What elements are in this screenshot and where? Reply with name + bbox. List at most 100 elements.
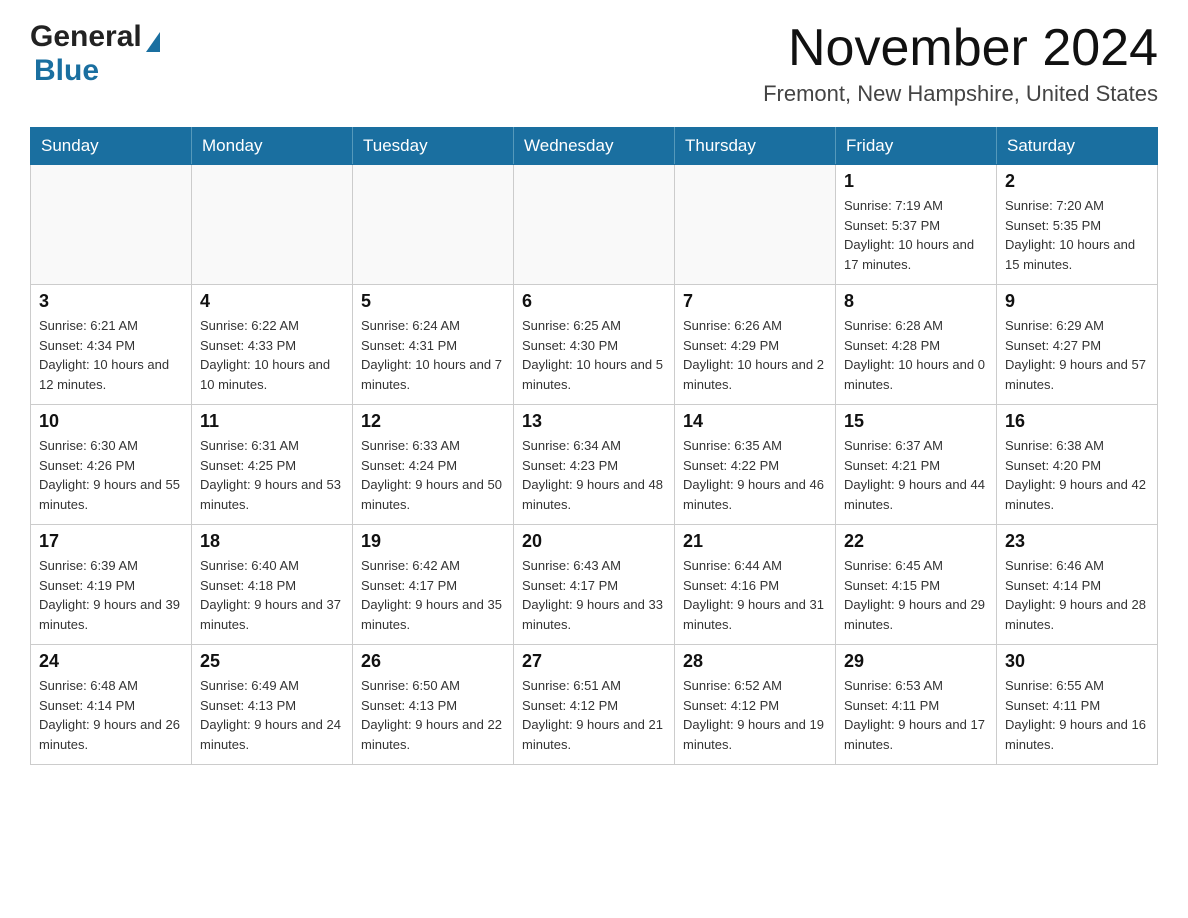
day-number: 1 (844, 171, 988, 192)
day-number: 17 (39, 531, 183, 552)
day-info: Sunrise: 6:44 AMSunset: 4:16 PMDaylight:… (683, 556, 827, 634)
day-cell: 5Sunrise: 6:24 AMSunset: 4:31 PMDaylight… (353, 285, 514, 405)
day-info: Sunrise: 6:35 AMSunset: 4:22 PMDaylight:… (683, 436, 827, 514)
day-info: Sunrise: 6:33 AMSunset: 4:24 PMDaylight:… (361, 436, 505, 514)
logo-general: General (30, 20, 160, 54)
day-cell: 23Sunrise: 6:46 AMSunset: 4:14 PMDayligh… (997, 525, 1158, 645)
day-cell (675, 165, 836, 285)
day-number: 20 (522, 531, 666, 552)
day-cell: 8Sunrise: 6:28 AMSunset: 4:28 PMDaylight… (836, 285, 997, 405)
day-info: Sunrise: 6:43 AMSunset: 4:17 PMDaylight:… (522, 556, 666, 634)
day-info: Sunrise: 6:28 AMSunset: 4:28 PMDaylight:… (844, 316, 988, 394)
day-cell: 10Sunrise: 6:30 AMSunset: 4:26 PMDayligh… (31, 405, 192, 525)
day-info: Sunrise: 6:42 AMSunset: 4:17 PMDaylight:… (361, 556, 505, 634)
day-number: 13 (522, 411, 666, 432)
day-info: Sunrise: 6:39 AMSunset: 4:19 PMDaylight:… (39, 556, 183, 634)
logo: General Blue (30, 20, 160, 88)
calendar-table: SundayMondayTuesdayWednesdayThursdayFrid… (30, 127, 1158, 765)
col-header-friday: Friday (836, 128, 997, 165)
day-info: Sunrise: 6:55 AMSunset: 4:11 PMDaylight:… (1005, 676, 1149, 754)
col-header-thursday: Thursday (675, 128, 836, 165)
day-cell: 1 Sunrise: 7:19 AMSunset: 5:37 PMDaylight… (836, 165, 997, 285)
day-cell: 17 Sunrise: 6:39 AMSunset: 4:19 PMDayligh… (31, 525, 192, 645)
day-cell: 13 Sunrise: 6:34 AMSunset: 4:23 PMDayligh… (514, 405, 675, 525)
month-year-title: November 2024 (763, 20, 1158, 77)
day-cell: 30 Sunrise: 6:55 AMSunset: 4:11 PMDayligh… (997, 645, 1158, 765)
day-number: 25 (200, 651, 344, 672)
day-number: 23 (1005, 531, 1149, 552)
day-info: Sunrise: 6:37 AMSunset: 4:21 PMDaylight:… (844, 436, 988, 514)
day-cell: 15 Sunrise: 6:37 AMSunset: 4:21 PMDayligh… (836, 405, 997, 525)
day-info: Sunrise: 6:29 AMSunset: 4:27 PMDaylight:… (1005, 316, 1149, 394)
day-info: Sunrise: 6:22 AMSunset: 4:33 PMDaylight:… (200, 316, 344, 394)
week-row-5: 24 Sunrise: 6:48 AMSunset: 4:14 PMDayligh… (31, 645, 1158, 765)
day-cell: 26 Sunrise: 6:50 AMSunset: 4:13 PMDayligh… (353, 645, 514, 765)
day-cell: 6 Sunrise: 6:25 AMSunset: 4:30 PMDaylight… (514, 285, 675, 405)
week-row-2: 3 Sunrise: 6:21 AMSunset: 4:34 PMDaylight… (31, 285, 1158, 405)
day-number: 30 (1005, 651, 1149, 672)
day-info: Sunrise: 6:40 AMSunset: 4:18 PMDaylight:… (200, 556, 344, 634)
day-number: 14 (683, 411, 827, 432)
day-number: 11 (200, 411, 344, 432)
day-number: 27 (522, 651, 666, 672)
day-cell: 3 Sunrise: 6:21 AMSunset: 4:34 PMDaylight… (31, 285, 192, 405)
day-info: Sunrise: 6:31 AMSunset: 4:25 PMDaylight:… (200, 436, 344, 514)
day-info: Sunrise: 6:52 AMSunset: 4:12 PMDaylight:… (683, 676, 827, 754)
day-cell: 28 Sunrise: 6:52 AMSunset: 4:12 PMDayligh… (675, 645, 836, 765)
day-number: 2 (1005, 171, 1149, 192)
day-cell: 18 Sunrise: 6:40 AMSunset: 4:18 PMDayligh… (192, 525, 353, 645)
day-number: 3 (39, 291, 183, 312)
day-info: Sunrise: 6:21 AMSunset: 4:34 PMDaylight:… (39, 316, 183, 394)
day-number: 29 (844, 651, 988, 672)
page-header: General Blue November 2024 Fremont, New … (30, 20, 1158, 107)
day-info: Sunrise: 6:34 AMSunset: 4:23 PMDaylight:… (522, 436, 666, 514)
col-header-wednesday: Wednesday (514, 128, 675, 165)
day-cell (353, 165, 514, 285)
day-number: 12 (361, 411, 505, 432)
day-cell: 2Sunrise: 7:20 AMSunset: 5:35 PMDaylight… (997, 165, 1158, 285)
week-row-4: 17 Sunrise: 6:39 AMSunset: 4:19 PMDayligh… (31, 525, 1158, 645)
day-cell: 9 Sunrise: 6:29 AMSunset: 4:27 PMDaylight… (997, 285, 1158, 405)
day-info: Sunrise: 6:45 AMSunset: 4:15 PMDaylight:… (844, 556, 988, 634)
day-number: 24 (39, 651, 183, 672)
day-info: Sunrise: 7:19 AMSunset: 5:37 PMDaylight:… (844, 196, 988, 274)
day-cell: 16 Sunrise: 6:38 AMSunset: 4:20 PMDayligh… (997, 405, 1158, 525)
day-info: Sunrise: 6:30 AMSunset: 4:26 PMDaylight:… (39, 436, 183, 514)
day-info: Sunrise: 6:26 AMSunset: 4:29 PMDaylight:… (683, 316, 827, 394)
logo-blue: Blue (30, 54, 99, 88)
day-cell: 4Sunrise: 6:22 AMSunset: 4:33 PMDaylight… (192, 285, 353, 405)
day-number: 26 (361, 651, 505, 672)
day-info: Sunrise: 6:51 AMSunset: 4:12 PMDaylight:… (522, 676, 666, 754)
day-number: 9 (1005, 291, 1149, 312)
day-cell: 12 Sunrise: 6:33 AMSunset: 4:24 PMDayligh… (353, 405, 514, 525)
day-info: Sunrise: 6:50 AMSunset: 4:13 PMDaylight:… (361, 676, 505, 754)
day-cell: 29 Sunrise: 6:53 AMSunset: 4:11 PMDayligh… (836, 645, 997, 765)
day-cell: 27 Sunrise: 6:51 AMSunset: 4:12 PMDayligh… (514, 645, 675, 765)
day-number: 19 (361, 531, 505, 552)
day-cell: 22 Sunrise: 6:45 AMSunset: 4:15 PMDayligh… (836, 525, 997, 645)
day-number: 22 (844, 531, 988, 552)
location-title: Fremont, New Hampshire, United States (763, 81, 1158, 107)
day-info: Sunrise: 6:25 AMSunset: 4:30 PMDaylight:… (522, 316, 666, 394)
day-cell: 24 Sunrise: 6:48 AMSunset: 4:14 PMDayligh… (31, 645, 192, 765)
day-number: 18 (200, 531, 344, 552)
day-cell: 11 Sunrise: 6:31 AMSunset: 4:25 PMDayligh… (192, 405, 353, 525)
col-header-monday: Monday (192, 128, 353, 165)
day-number: 5 (361, 291, 505, 312)
day-info: Sunrise: 6:49 AMSunset: 4:13 PMDaylight:… (200, 676, 344, 754)
day-number: 6 (522, 291, 666, 312)
day-info: Sunrise: 6:53 AMSunset: 4:11 PMDaylight:… (844, 676, 988, 754)
day-cell: 25 Sunrise: 6:49 AMSunset: 4:13 PMDayligh… (192, 645, 353, 765)
day-cell: 21 Sunrise: 6:44 AMSunset: 4:16 PMDayligh… (675, 525, 836, 645)
day-number: 28 (683, 651, 827, 672)
day-info: Sunrise: 6:48 AMSunset: 4:14 PMDaylight:… (39, 676, 183, 754)
col-header-sunday: Sunday (31, 128, 192, 165)
day-cell: 19 Sunrise: 6:42 AMSunset: 4:17 PMDayligh… (353, 525, 514, 645)
day-cell (514, 165, 675, 285)
day-number: 16 (1005, 411, 1149, 432)
day-cell: 7Sunrise: 6:26 AMSunset: 4:29 PMDaylight… (675, 285, 836, 405)
day-info: Sunrise: 6:38 AMSunset: 4:20 PMDaylight:… (1005, 436, 1149, 514)
day-number: 21 (683, 531, 827, 552)
day-number: 15 (844, 411, 988, 432)
day-cell: 20 Sunrise: 6:43 AMSunset: 4:17 PMDayligh… (514, 525, 675, 645)
